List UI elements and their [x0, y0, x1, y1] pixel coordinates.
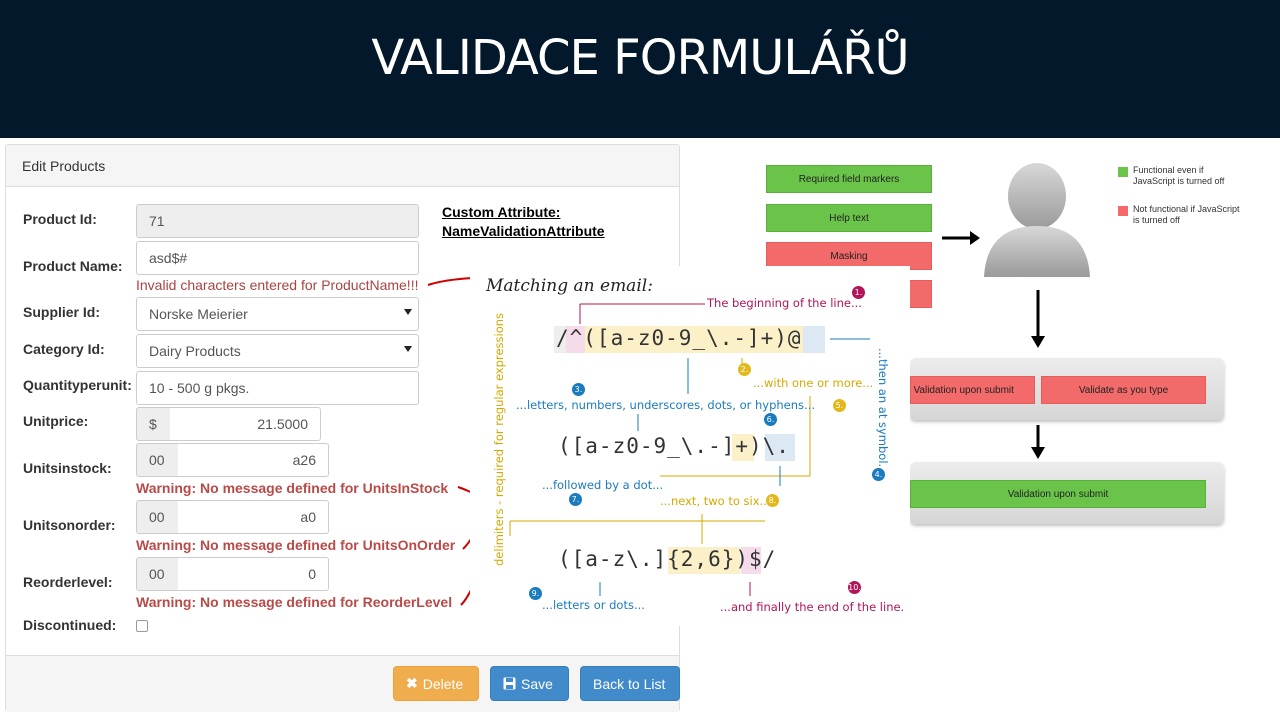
regex-connector-lines — [509, 303, 870, 596]
reorder-level-warning: Warning: No message defined for ReorderL… — [136, 594, 453, 610]
delete-button[interactable]: ✖ Delete — [393, 666, 479, 701]
category-id-value: Dairy Products — [149, 343, 241, 359]
supplier-id-select[interactable]: Norske Meierier — [136, 297, 419, 331]
units-in-stock-field[interactable]: a26 — [178, 443, 329, 477]
product-name-error: Invalid characters entered for ProductNa… — [136, 277, 419, 293]
units-on-order-addon: 00 — [136, 500, 179, 534]
back-to-list-button[interactable]: Back to List — [580, 666, 680, 701]
product-id-label: Product Id: — [23, 211, 97, 227]
diagram-box-validate-as-you-type: Validate as you type — [1041, 376, 1206, 404]
reorder-level-addon: 00 — [136, 557, 179, 591]
diagram-box-help-text: Help text — [766, 204, 932, 232]
legend-functional-text: Functional even if JavaScript is turned … — [1133, 165, 1225, 186]
delete-button-label: Delete — [422, 675, 464, 692]
diagram-box-validation-submit: Validation upon submit — [910, 376, 1035, 404]
regex-num-5: 5. — [833, 399, 846, 412]
regex-note-3: ...letters, numbers, underscores, dots, … — [516, 398, 815, 412]
regex-note-1: The beginning of the line... — [707, 296, 862, 310]
regex-num-1: 1. — [852, 286, 865, 299]
custom-attribute-title: Custom Attribute: — [442, 204, 561, 220]
units-in-stock-warning: Warning: No message defined for UnitsInS… — [136, 480, 449, 496]
regex-num-6: 6. — [764, 413, 777, 426]
panel-heading: Edit Products — [6, 145, 679, 187]
regex-num-8: 8. — [766, 494, 779, 507]
quantity-per-unit-field[interactable]: 10 - 500 g pkgs. — [136, 371, 419, 405]
category-id-select[interactable]: Dairy Products — [136, 334, 419, 368]
slide-title-bar: VALIDACE FORMULÁŘŮ — [0, 0, 1280, 138]
reorder-level-field[interactable]: 0 — [178, 557, 329, 591]
regex-num-9: 9. — [529, 587, 542, 600]
chevron-down-icon — [404, 309, 412, 315]
units-in-stock-addon: 00 — [136, 443, 179, 477]
user-avatar-icon — [984, 163, 1090, 277]
unit-price-label: Unitprice: — [23, 413, 89, 429]
regex-note-8: ...next, two to six... — [660, 494, 771, 508]
units-in-stock-label: Unitsinstock: — [23, 460, 112, 476]
quantity-per-unit-label: Quantityperunit: — [23, 377, 132, 393]
regex-delimiters-note: delimiters - required for regular expres… — [492, 312, 506, 566]
arrow-right-icon — [942, 231, 980, 245]
diagram-box-validation-upon-submit: Validation upon submit — [910, 480, 1206, 508]
units-on-order-field[interactable]: a0 — [178, 500, 329, 534]
units-on-order-label: Unitsonorder: — [23, 517, 116, 533]
regex-num-7: 7. — [569, 493, 582, 506]
diagram-box-required-markers: Required field markers — [766, 165, 932, 193]
regex-at-symbol-note: ...then an at symbol... — [876, 348, 890, 475]
regex-note-7: ...followed by a dot... — [542, 478, 664, 492]
product-id-field[interactable]: 71 — [136, 204, 419, 238]
supplier-id-value: Norske Meierier — [149, 306, 248, 322]
reorder-level-label: Reorderlevel: — [23, 574, 113, 590]
custom-attribute-name: NameValidationAttribute — [442, 223, 605, 239]
floppy-disk-icon — [503, 677, 516, 690]
discontinued-checkbox[interactable] — [136, 620, 148, 632]
arrow-down-icon — [1031, 290, 1045, 348]
category-id-label: Category Id: — [23, 341, 105, 357]
close-icon: ✖ — [406, 675, 418, 691]
save-button[interactable]: Save — [490, 666, 569, 701]
regex-note-10: ...and finally the end of the line. — [720, 600, 905, 614]
legend-not-functional-text: Not functional if JavaScript is turned o… — [1133, 204, 1240, 225]
regex-num-10: 10. — [848, 581, 861, 594]
product-name-label: Product Name: — [23, 258, 123, 274]
red-underline-mark — [427, 277, 473, 286]
supplier-id-label: Supplier Id: — [23, 304, 100, 320]
save-button-label: Save — [521, 675, 553, 692]
arrow-down-icon — [1031, 425, 1045, 459]
regex-num-3: 3. — [572, 383, 585, 396]
product-name-field[interactable]: asd$# — [136, 241, 419, 275]
discontinued-label: Discontinued: — [23, 617, 117, 633]
panel-footer — [6, 655, 679, 712]
legend-functional-swatch — [1118, 167, 1128, 177]
legend-not-functional-swatch — [1118, 206, 1128, 216]
slide-title: VALIDACE FORMULÁŘŮ — [371, 30, 909, 86]
back-to-list-label: Back to List — [593, 675, 666, 692]
currency-addon: $ — [136, 407, 171, 441]
regex-note-2: ...with one or more... — [753, 376, 874, 390]
units-on-order-warning: Warning: No message defined for UnitsOnO… — [136, 537, 456, 553]
regex-note-9: ...letters or dots... — [542, 598, 645, 612]
regex-num-2: 2. — [738, 363, 751, 376]
chevron-down-icon — [404, 346, 412, 352]
regex-email-explainer: Matching an email: /^([a-z0-9_\.-]+)@ ([… — [470, 266, 910, 626]
unit-price-field[interactable]: 21.5000 — [170, 407, 321, 441]
